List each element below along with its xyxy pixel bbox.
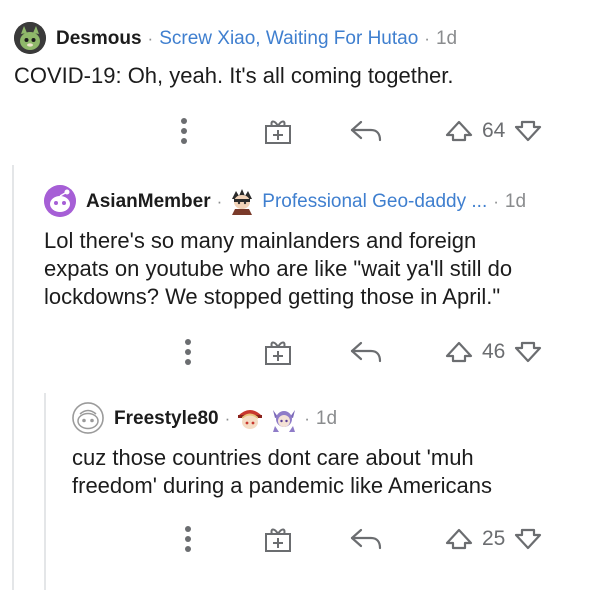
comment-body: cuz those countries dont care about 'muh…: [72, 445, 492, 498]
reply-arrow-icon: [350, 120, 382, 142]
user-flair: Screw Xiao, Waiting For Hutao: [159, 27, 419, 49]
reply-button[interactable]: [348, 335, 384, 369]
reply-button[interactable]: [348, 522, 384, 556]
gift-award-icon: [265, 120, 291, 144]
reply-button[interactable]: [348, 114, 384, 148]
reply-arrow-icon: [350, 528, 382, 550]
award-button[interactable]: [262, 335, 294, 369]
separator-dot: ·: [147, 28, 154, 48]
comment-header: Desmous · Screw Xiao, Waiting For Hutao …: [14, 22, 457, 54]
vote-control: 25: [444, 522, 574, 556]
separator-dot: ·: [493, 191, 499, 211]
comment-header: Freestyle80 · · 1d: [72, 402, 337, 434]
reply-arrow-icon: [350, 341, 382, 363]
upvote-icon[interactable]: [444, 340, 474, 364]
cat-avatar-icon: [14, 22, 46, 54]
downvote-icon[interactable]: [513, 119, 543, 143]
upvote-icon[interactable]: [444, 119, 474, 143]
separator-dot: ·: [224, 408, 231, 428]
comment-desmous: Desmous · Screw Xiao, Waiting For Hutao …: [0, 0, 605, 165]
more-options-button[interactable]: [172, 114, 196, 148]
vote-score: 25: [482, 527, 506, 550]
comment-freestyle80: Freestyle80 · · 1d cuz those countries d…: [0, 380, 605, 590]
timestamp: 1d: [435, 27, 458, 49]
comment-body: Lol there's so many mainlanders and fore…: [44, 228, 513, 309]
username[interactable]: Desmous: [56, 29, 142, 48]
award-button[interactable]: [262, 114, 294, 148]
user-avatar[interactable]: [14, 22, 46, 54]
gift-award-icon: [265, 341, 291, 365]
downvote-icon[interactable]: [513, 340, 543, 364]
username[interactable]: AsianMember: [86, 192, 211, 211]
comment-actions: 64: [0, 114, 605, 148]
comment-header: AsianMember · Professional Geo-daddy ...…: [44, 185, 526, 217]
user-avatar[interactable]: [44, 185, 76, 217]
timestamp: 1d: [504, 190, 527, 212]
comment-asianmember: AsianMember · Professional Geo-daddy ...…: [0, 165, 605, 380]
vote-control: 46: [444, 335, 574, 369]
gift-award-icon: [265, 528, 291, 552]
flair-klee-icon: [238, 410, 263, 429]
more-options-button[interactable]: [176, 335, 200, 369]
more-vertical-icon: [185, 526, 191, 552]
more-vertical-icon: [185, 339, 191, 365]
vote-control: 64: [444, 114, 574, 148]
separator-dot: ·: [424, 28, 430, 48]
more-options-button[interactable]: [176, 522, 200, 556]
vote-score: 46: [482, 340, 506, 363]
username[interactable]: Freestyle80: [114, 409, 219, 428]
separator-dot: ·: [304, 408, 310, 428]
vote-score: 64: [482, 119, 506, 142]
flair-keqing-icon: [273, 410, 296, 432]
comment-actions: 25: [0, 522, 605, 556]
timestamp: 1d: [315, 407, 338, 429]
comment-body: COVID-19: Oh, yeah. It's all coming toge…: [14, 63, 454, 88]
flair-character-icon: [232, 189, 253, 215]
more-vertical-icon: [181, 118, 187, 144]
user-avatar[interactable]: [72, 402, 104, 434]
downvote-icon[interactable]: [513, 527, 543, 551]
snoo-avatar-icon: [44, 185, 76, 217]
snoo-avatar-icon: [72, 402, 104, 434]
award-button[interactable]: [262, 522, 294, 556]
upvote-icon[interactable]: [444, 527, 474, 551]
separator-dot: ·: [216, 191, 223, 211]
user-flair: Professional Geo-daddy ...: [262, 190, 488, 212]
comment-actions: 46: [0, 335, 605, 369]
